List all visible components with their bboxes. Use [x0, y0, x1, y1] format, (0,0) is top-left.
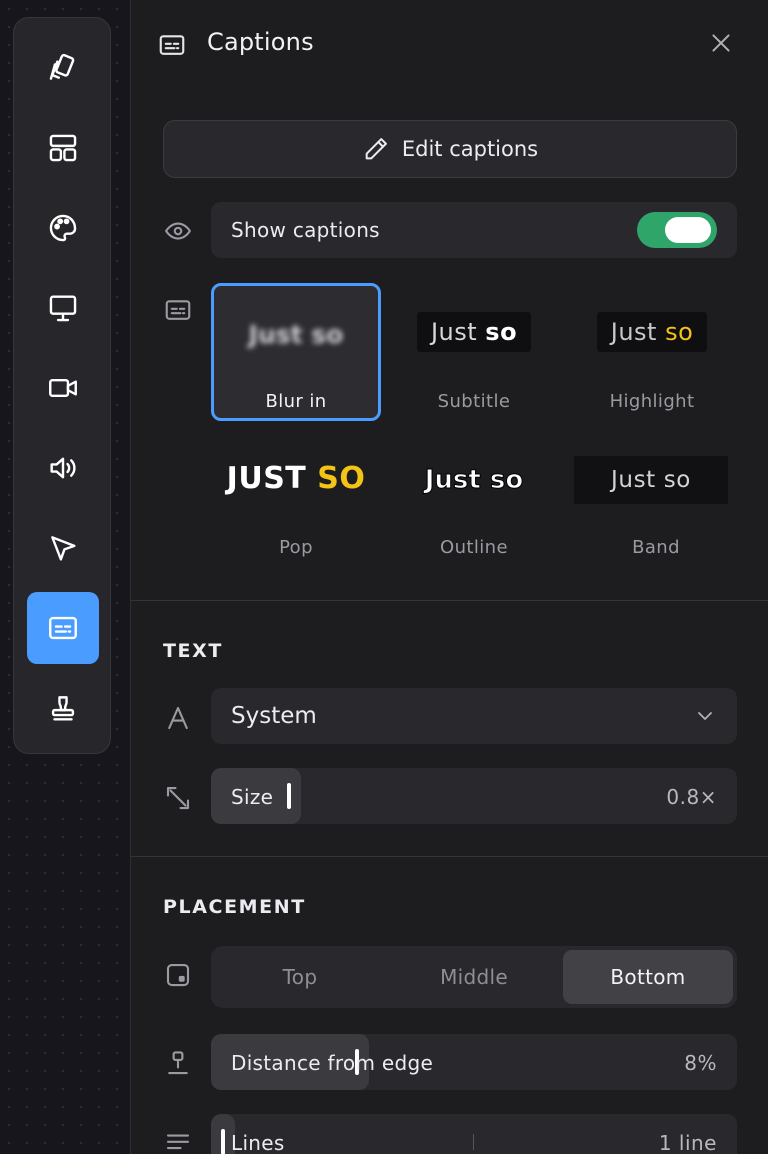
show-captions-toggle[interactable] — [637, 212, 717, 248]
style-name: Blur in — [265, 391, 327, 412]
speaker-icon — [50, 457, 76, 479]
show-captions-row: Show captions — [211, 202, 737, 258]
pencil-icon — [365, 138, 387, 160]
palette-tool-button[interactable] — [27, 192, 99, 264]
audio-tool-button[interactable] — [27, 432, 99, 504]
show-captions-label: Show captions — [231, 218, 380, 242]
band-preview: Just so — [574, 456, 728, 504]
watermark-tool-button[interactable] — [27, 672, 99, 744]
style-pop[interactable]: JUST SO Pop — [211, 432, 381, 570]
tool-sidebar — [13, 17, 111, 754]
divider — [131, 600, 768, 601]
pop-preview: JUST SO — [211, 461, 381, 496]
style-name: Band — [632, 537, 680, 558]
placement-option-top[interactable]: Top — [215, 950, 385, 1004]
lines-slider-tick — [473, 1134, 474, 1150]
lines-slider[interactable]: Lines 1 line — [211, 1114, 737, 1154]
pop-word-1: JUST — [226, 461, 307, 496]
pop-word-2: SO — [317, 461, 366, 496]
distance-slider[interactable]: Distance from edge 8% — [211, 1034, 737, 1090]
edit-captions-label: Edit captions — [401, 137, 539, 161]
style-name: Subtitle — [437, 391, 511, 412]
video-camera-icon — [49, 379, 77, 397]
font-select[interactable]: System — [211, 688, 737, 744]
edit-captions-button[interactable]: Edit captions — [163, 120, 737, 178]
style-blur-in[interactable]: Just so Blur in — [211, 283, 381, 421]
cards-icon — [49, 53, 75, 80]
style-name: Highlight — [609, 391, 695, 412]
captions-icon — [49, 616, 77, 640]
highlight-preview: Just so — [567, 312, 737, 352]
display-tool-button[interactable] — [27, 272, 99, 344]
lines-value: 1 line — [658, 1131, 717, 1154]
blur-preview: Just so — [248, 320, 344, 349]
size-value: 0.8× — [666, 785, 717, 809]
layout-tool-button[interactable] — [27, 112, 99, 184]
cards-tool-button[interactable] — [27, 32, 99, 104]
lines-slider-thumb[interactable] — [221, 1129, 225, 1154]
toggle-knob — [665, 217, 711, 243]
monitor-icon — [49, 295, 77, 322]
placement-segmented-control: Top Middle Bottom — [211, 946, 737, 1008]
cursor-icon — [51, 536, 76, 561]
close-icon[interactable] — [708, 30, 734, 56]
style-name: Outline — [440, 537, 508, 558]
chevron-down-icon — [698, 712, 712, 720]
layout-icon — [49, 134, 77, 162]
style-outline[interactable]: Just so Outline — [389, 432, 559, 570]
placement-option-middle[interactable]: Middle — [389, 950, 559, 1004]
distance-label: Distance from edge — [231, 1051, 434, 1075]
outline-preview: Just so — [424, 465, 524, 496]
style-band[interactable]: Just so Band — [571, 432, 741, 570]
style-highlight[interactable]: Just so Highlight — [567, 283, 737, 421]
size-label: Size — [231, 785, 274, 809]
captions-tool-button[interactable] — [27, 592, 99, 664]
placement-option-bottom[interactable]: Bottom — [563, 950, 733, 1004]
lines-icon — [166, 1134, 190, 1150]
palette-icon — [49, 214, 77, 242]
caption-style-icon — [165, 300, 191, 320]
placement-section-title: PLACEMENT — [163, 896, 306, 918]
lines-label: Lines — [231, 1131, 285, 1154]
eye-icon — [165, 222, 191, 240]
font-icon — [168, 706, 188, 730]
size-slider-thumb[interactable] — [287, 783, 291, 809]
size-slider[interactable]: Size 0.8× — [211, 768, 737, 824]
camera-tool-button[interactable] — [27, 352, 99, 424]
divider — [131, 856, 768, 857]
captions-icon — [159, 35, 185, 55]
stamp-icon — [51, 696, 75, 721]
captions-panel: Captions Edit captions Show captions Jus… — [130, 0, 768, 1154]
font-value: System — [231, 703, 317, 729]
anchor-edge-icon — [168, 1051, 188, 1075]
resize-icon — [166, 786, 190, 810]
position-corner-icon — [166, 963, 190, 987]
distance-value: 8% — [684, 1051, 717, 1075]
style-subtitle[interactable]: Just so Subtitle — [389, 283, 559, 421]
style-name: Pop — [279, 537, 313, 558]
panel-title: Captions — [207, 28, 314, 56]
cursor-tool-button[interactable] — [27, 512, 99, 584]
subtitle-preview: Just so — [389, 312, 559, 352]
text-section-title: TEXT — [163, 640, 223, 662]
